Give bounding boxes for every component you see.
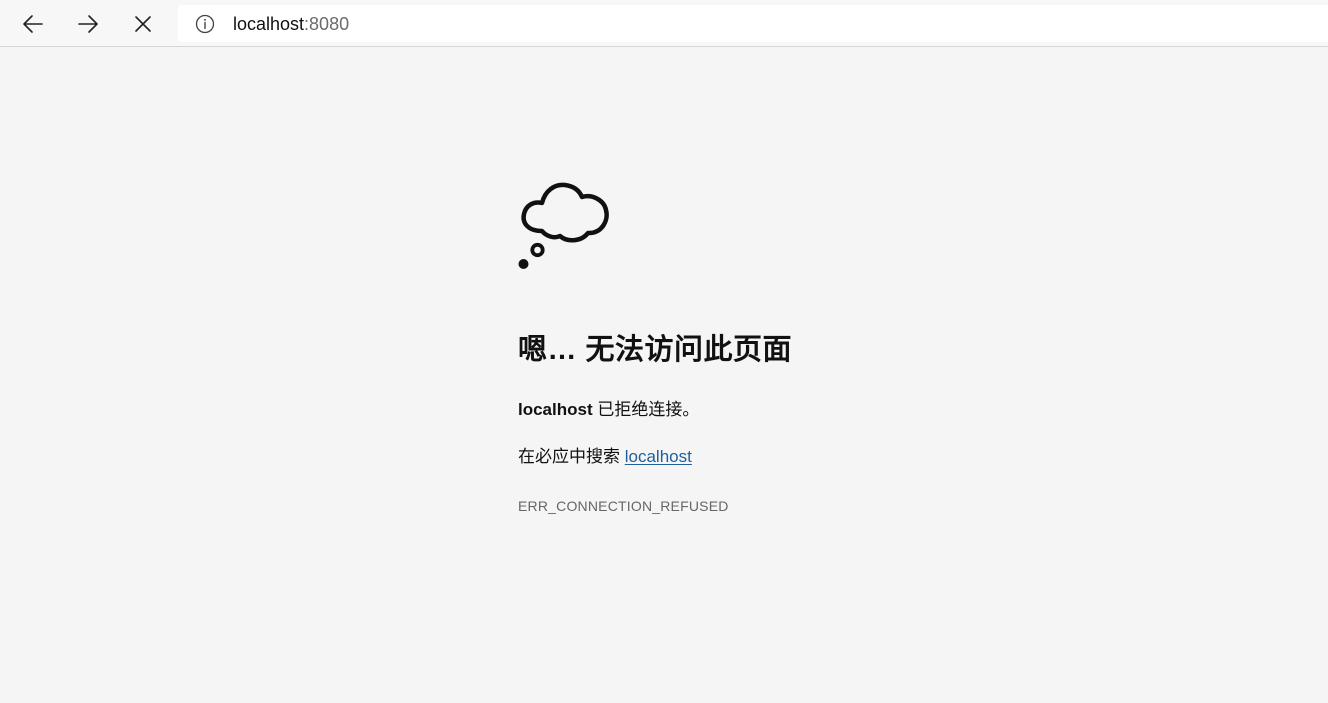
arrow-left-icon: [22, 13, 44, 35]
back-button[interactable]: [15, 6, 51, 42]
stop-loading-button[interactable]: [125, 6, 161, 42]
info-icon[interactable]: [195, 14, 215, 34]
close-icon: [133, 14, 153, 34]
error-message: localhost 已拒绝连接。: [518, 398, 699, 422]
search-link[interactable]: localhost: [625, 447, 692, 466]
url-text[interactable]: localhost:8080: [233, 13, 349, 35]
forward-button[interactable]: [70, 6, 106, 42]
error-host: localhost: [518, 400, 593, 419]
search-prefix: 在必应中搜索: [518, 447, 625, 466]
arrow-right-icon: [77, 13, 99, 35]
error-message-text: 已拒绝连接。: [592, 400, 700, 419]
address-bar[interactable]: localhost:8080: [178, 5, 1328, 42]
browser-toolbar: localhost:8080: [0, 0, 1328, 47]
url-host: localhost: [233, 14, 305, 34]
error-code: ERR_CONNECTION_REFUSED: [518, 498, 729, 514]
error-title: 嗯… 无法访问此页面: [518, 334, 793, 366]
search-suggestion: 在必应中搜索 localhost: [518, 445, 692, 469]
thought-cloud-icon: [518, 179, 612, 273]
url-port: :8080: [304, 14, 350, 34]
